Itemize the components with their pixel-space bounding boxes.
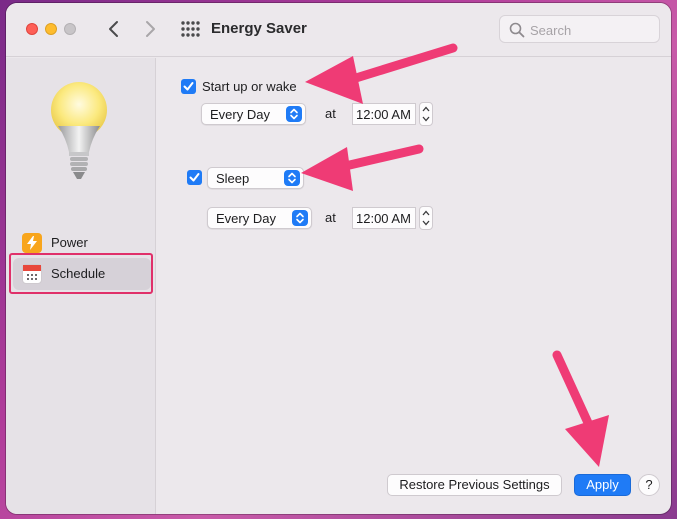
window-title: Energy Saver — [211, 20, 307, 37]
popup-value: Sleep — [216, 171, 250, 186]
annotation-arrow-icon — [552, 350, 609, 467]
help-button[interactable]: ? — [638, 474, 660, 496]
startup-day-popup[interactable]: Every Day — [201, 103, 306, 125]
updown-arrows-icon — [292, 210, 308, 226]
chevron-left-icon — [109, 21, 118, 37]
time-value: 12:00 AM — [356, 107, 411, 122]
close-window-button[interactable] — [26, 23, 38, 35]
sleep-time-stepper[interactable] — [419, 206, 433, 230]
checkmark-icon — [189, 173, 200, 182]
sleep-day-popup[interactable]: Every Day — [207, 207, 312, 229]
annotation-arrow-icon — [305, 43, 458, 104]
apply-button[interactable]: Apply — [574, 474, 631, 496]
search-field[interactable]: Search — [499, 15, 660, 43]
chevron-right-icon — [146, 21, 155, 37]
at-label: at — [325, 210, 336, 225]
forward-button[interactable] — [139, 17, 161, 41]
search-icon — [509, 22, 525, 38]
grid-icon — [181, 21, 200, 37]
lightbulb-icon — [51, 82, 107, 179]
popup-value: Every Day — [210, 107, 270, 122]
startup-checkbox[interactable] — [181, 79, 196, 94]
show-all-button[interactable] — [180, 20, 200, 38]
bolt-icon — [22, 233, 42, 253]
sidebar: Power Schedule — [6, 58, 156, 514]
stepper-arrows-icon — [422, 210, 430, 226]
search-placeholder: Search — [530, 23, 572, 38]
popup-value: Every Day — [216, 211, 276, 226]
at-label: at — [325, 106, 336, 121]
restore-previous-settings-button[interactable]: Restore Previous Settings — [387, 474, 562, 496]
sidebar-item-label: Power — [51, 235, 88, 250]
checkmark-icon — [183, 82, 194, 91]
annotation-arrow-icon — [301, 144, 424, 191]
sleep-mode-popup[interactable]: Sleep — [207, 167, 304, 189]
startup-label: Start up or wake — [202, 79, 297, 94]
zoom-window-button[interactable] — [64, 23, 76, 35]
sleep-checkbox[interactable] — [187, 170, 202, 185]
time-value: 12:00 AM — [356, 211, 411, 226]
sleep-time-field[interactable]: 12:00 AM — [352, 207, 416, 229]
minimize-window-button[interactable] — [45, 23, 57, 35]
back-button[interactable] — [103, 17, 125, 41]
updown-arrows-icon — [286, 106, 302, 122]
annotation-box — [9, 253, 153, 294]
